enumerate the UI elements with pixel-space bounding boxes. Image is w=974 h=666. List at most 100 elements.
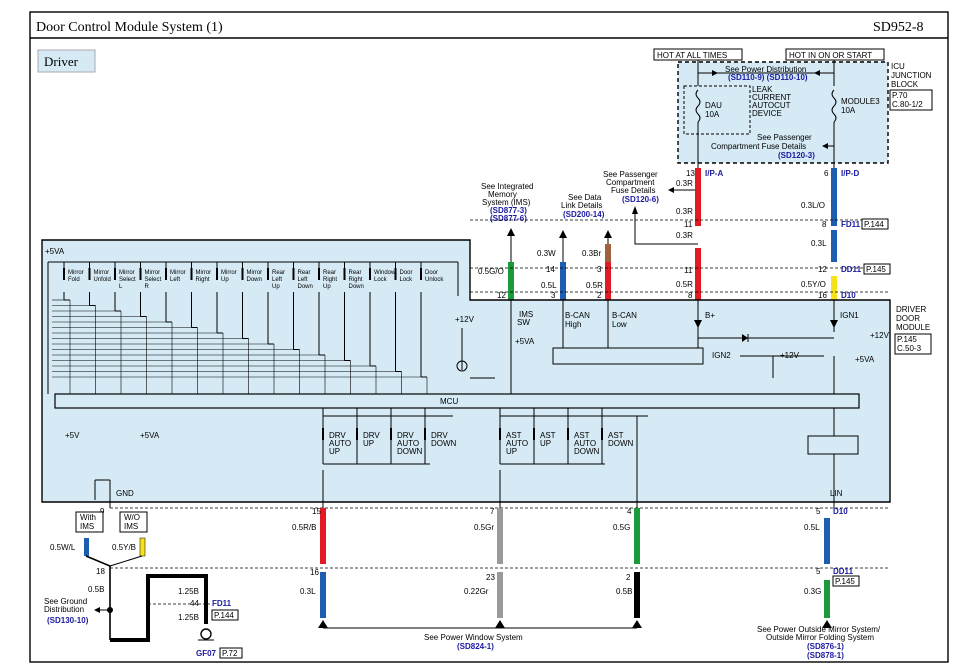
ign1-pin-4: 16 — [818, 291, 827, 300]
switch-label: Rear — [298, 270, 311, 276]
ims-wire-label: 0.5G/O — [478, 267, 504, 276]
drv-switch-label: DOWN — [397, 447, 423, 456]
ast-switch-label: DOWN — [574, 447, 600, 456]
plus5va-label: +5VA — [140, 431, 160, 440]
switch-label: Mirror — [119, 270, 135, 276]
page-title: Door Control Module System (1) — [36, 20, 223, 35]
switch-contact-icon — [394, 268, 397, 280]
mid-wire-upper — [634, 508, 640, 564]
page-code: SD952-8 — [873, 20, 924, 35]
switch-label: Right — [196, 277, 210, 283]
module-ref-2: C.50-3 — [897, 344, 922, 353]
gnd-wire-1: 0.5W/L — [50, 543, 76, 552]
gnd-pin-3: 44 — [190, 599, 199, 608]
without-ims-1: W/O — [124, 513, 140, 522]
dau-fuse-label: DAU — [705, 101, 722, 110]
ast-switch-label: UP — [506, 447, 517, 456]
gnd-wire-4: 1.25B — [178, 587, 199, 596]
ign1-wire-3: 0.5Y/O — [801, 280, 826, 289]
bcanl-pin-2: 2 — [597, 291, 602, 300]
switch-label: Rear — [272, 270, 285, 276]
bcanh-label-2: High — [565, 320, 581, 329]
ground-ref-code: (SD130-10) — [47, 616, 89, 625]
hot-in-on-label: HOT IN ON OR START — [789, 51, 872, 60]
module3-fuse-label: MODULE3 — [841, 97, 880, 106]
mirror-ref-code-1: (SD876-1) — [807, 642, 844, 651]
ground-ref-2: Distribution — [44, 605, 84, 614]
conn-d10: D10 — [841, 291, 856, 300]
switch-contact-icon — [139, 268, 142, 280]
ast-wire-1: 0.5Gr — [474, 523, 494, 532]
drv-switch-label: UP — [363, 439, 374, 448]
switch-label: Up — [272, 284, 280, 290]
mid-wire-1: 0.5G — [613, 523, 630, 532]
bplus-wire-2: 0.3R — [676, 207, 693, 216]
gnd-wire-5: 1.25B — [178, 613, 199, 622]
bcanh-wire-1: 0.3W — [537, 249, 556, 258]
icu-name-3: BLOCK — [891, 80, 919, 89]
module-name-2: DOOR — [896, 314, 920, 323]
switch-label: Up — [323, 284, 331, 290]
bcanh-pin-1: 14 — [546, 265, 555, 274]
ign1-wire-upper — [831, 168, 837, 226]
bplus-pin-3: 11 — [684, 266, 693, 275]
gf07-ref: P.72 — [222, 649, 238, 658]
drv-pin-2: 16 — [310, 568, 319, 577]
lin-pin-1: 5 — [816, 507, 821, 516]
ast-wire-2: 0.22Gr — [464, 587, 489, 596]
without-ims-2: IMS — [124, 522, 138, 531]
with-ims-1: With — [80, 513, 96, 522]
conn-dd11: DD11 — [841, 265, 862, 274]
window-ref: See Power Window System — [424, 633, 523, 642]
bplus-wire-4: 0.5R — [676, 280, 693, 289]
bcanl-label-1: B-CAN — [612, 311, 637, 320]
switch-label: Rear — [349, 270, 362, 276]
ast-wire-upper — [497, 508, 503, 564]
lin-12v-label: +12V — [870, 331, 890, 340]
switch-label: Lock — [374, 277, 388, 283]
gnd-wire-2: 0.5Y/B — [112, 543, 136, 552]
data-link-ref-2: Link Details — [561, 201, 602, 210]
switch-label: Unlock — [425, 277, 444, 283]
bplus-pin-1: 13 — [686, 169, 695, 178]
drv-pin-1: 15 — [312, 507, 321, 516]
passenger-fuse-ref-2: Compartment Fuse Details — [711, 142, 806, 151]
ast-pin-1: 7 — [490, 507, 495, 516]
drv-wire-2: 0.3L — [300, 587, 316, 596]
switch-label: Lock — [400, 277, 414, 283]
conn-dd11-lower: DD11 — [833, 567, 854, 576]
mid-pin-1: 4 — [627, 507, 632, 516]
bplus-pin-4: 8 — [688, 291, 693, 300]
mid-wire-lower — [634, 572, 640, 618]
switch-label: Mirror — [145, 270, 161, 276]
ast-switch-contact-icon — [533, 428, 535, 440]
switch-contact-icon — [420, 268, 422, 280]
bcanl-pin-1: 3 — [597, 265, 602, 274]
drv-switch-contact-icon — [322, 428, 324, 440]
bcanh-pin-2: 3 — [551, 291, 556, 300]
switch-label: Mirror — [94, 270, 110, 276]
switch-label: Down — [298, 284, 313, 290]
switch-label: Left — [298, 277, 308, 283]
pass-comp-ref-3: Fuse Details — [611, 186, 655, 195]
switch-label: Right — [323, 277, 337, 283]
ign1-wire-lower — [831, 276, 837, 300]
conn-d10-lower: D10 — [833, 507, 848, 516]
bplus-pin-2: 11 — [684, 220, 693, 229]
switch-contact-icon — [267, 268, 269, 280]
data-link-ref-code: (SD200-14) — [563, 210, 605, 219]
drv-wire-upper — [320, 508, 326, 564]
lin-pin-2: 5 — [816, 567, 821, 576]
switch-label: Mirror — [170, 270, 186, 276]
bplus-wire-1: 0.3R — [676, 179, 693, 188]
mcu-label: MCU — [440, 397, 458, 406]
power-distribution-codes: (SD110-9) (SD110-10) — [728, 73, 808, 82]
switch-contact-icon — [318, 268, 320, 280]
bcanl-label-2: Low — [612, 320, 627, 329]
ast-switch-contact-icon — [601, 428, 603, 440]
bcanh-label-1: B-CAN — [565, 311, 590, 320]
icu-name-1: ICU — [891, 62, 905, 71]
switch-label: Door — [425, 270, 438, 276]
switch-label: Mirror — [68, 270, 84, 276]
switch-contact-icon — [63, 268, 65, 280]
